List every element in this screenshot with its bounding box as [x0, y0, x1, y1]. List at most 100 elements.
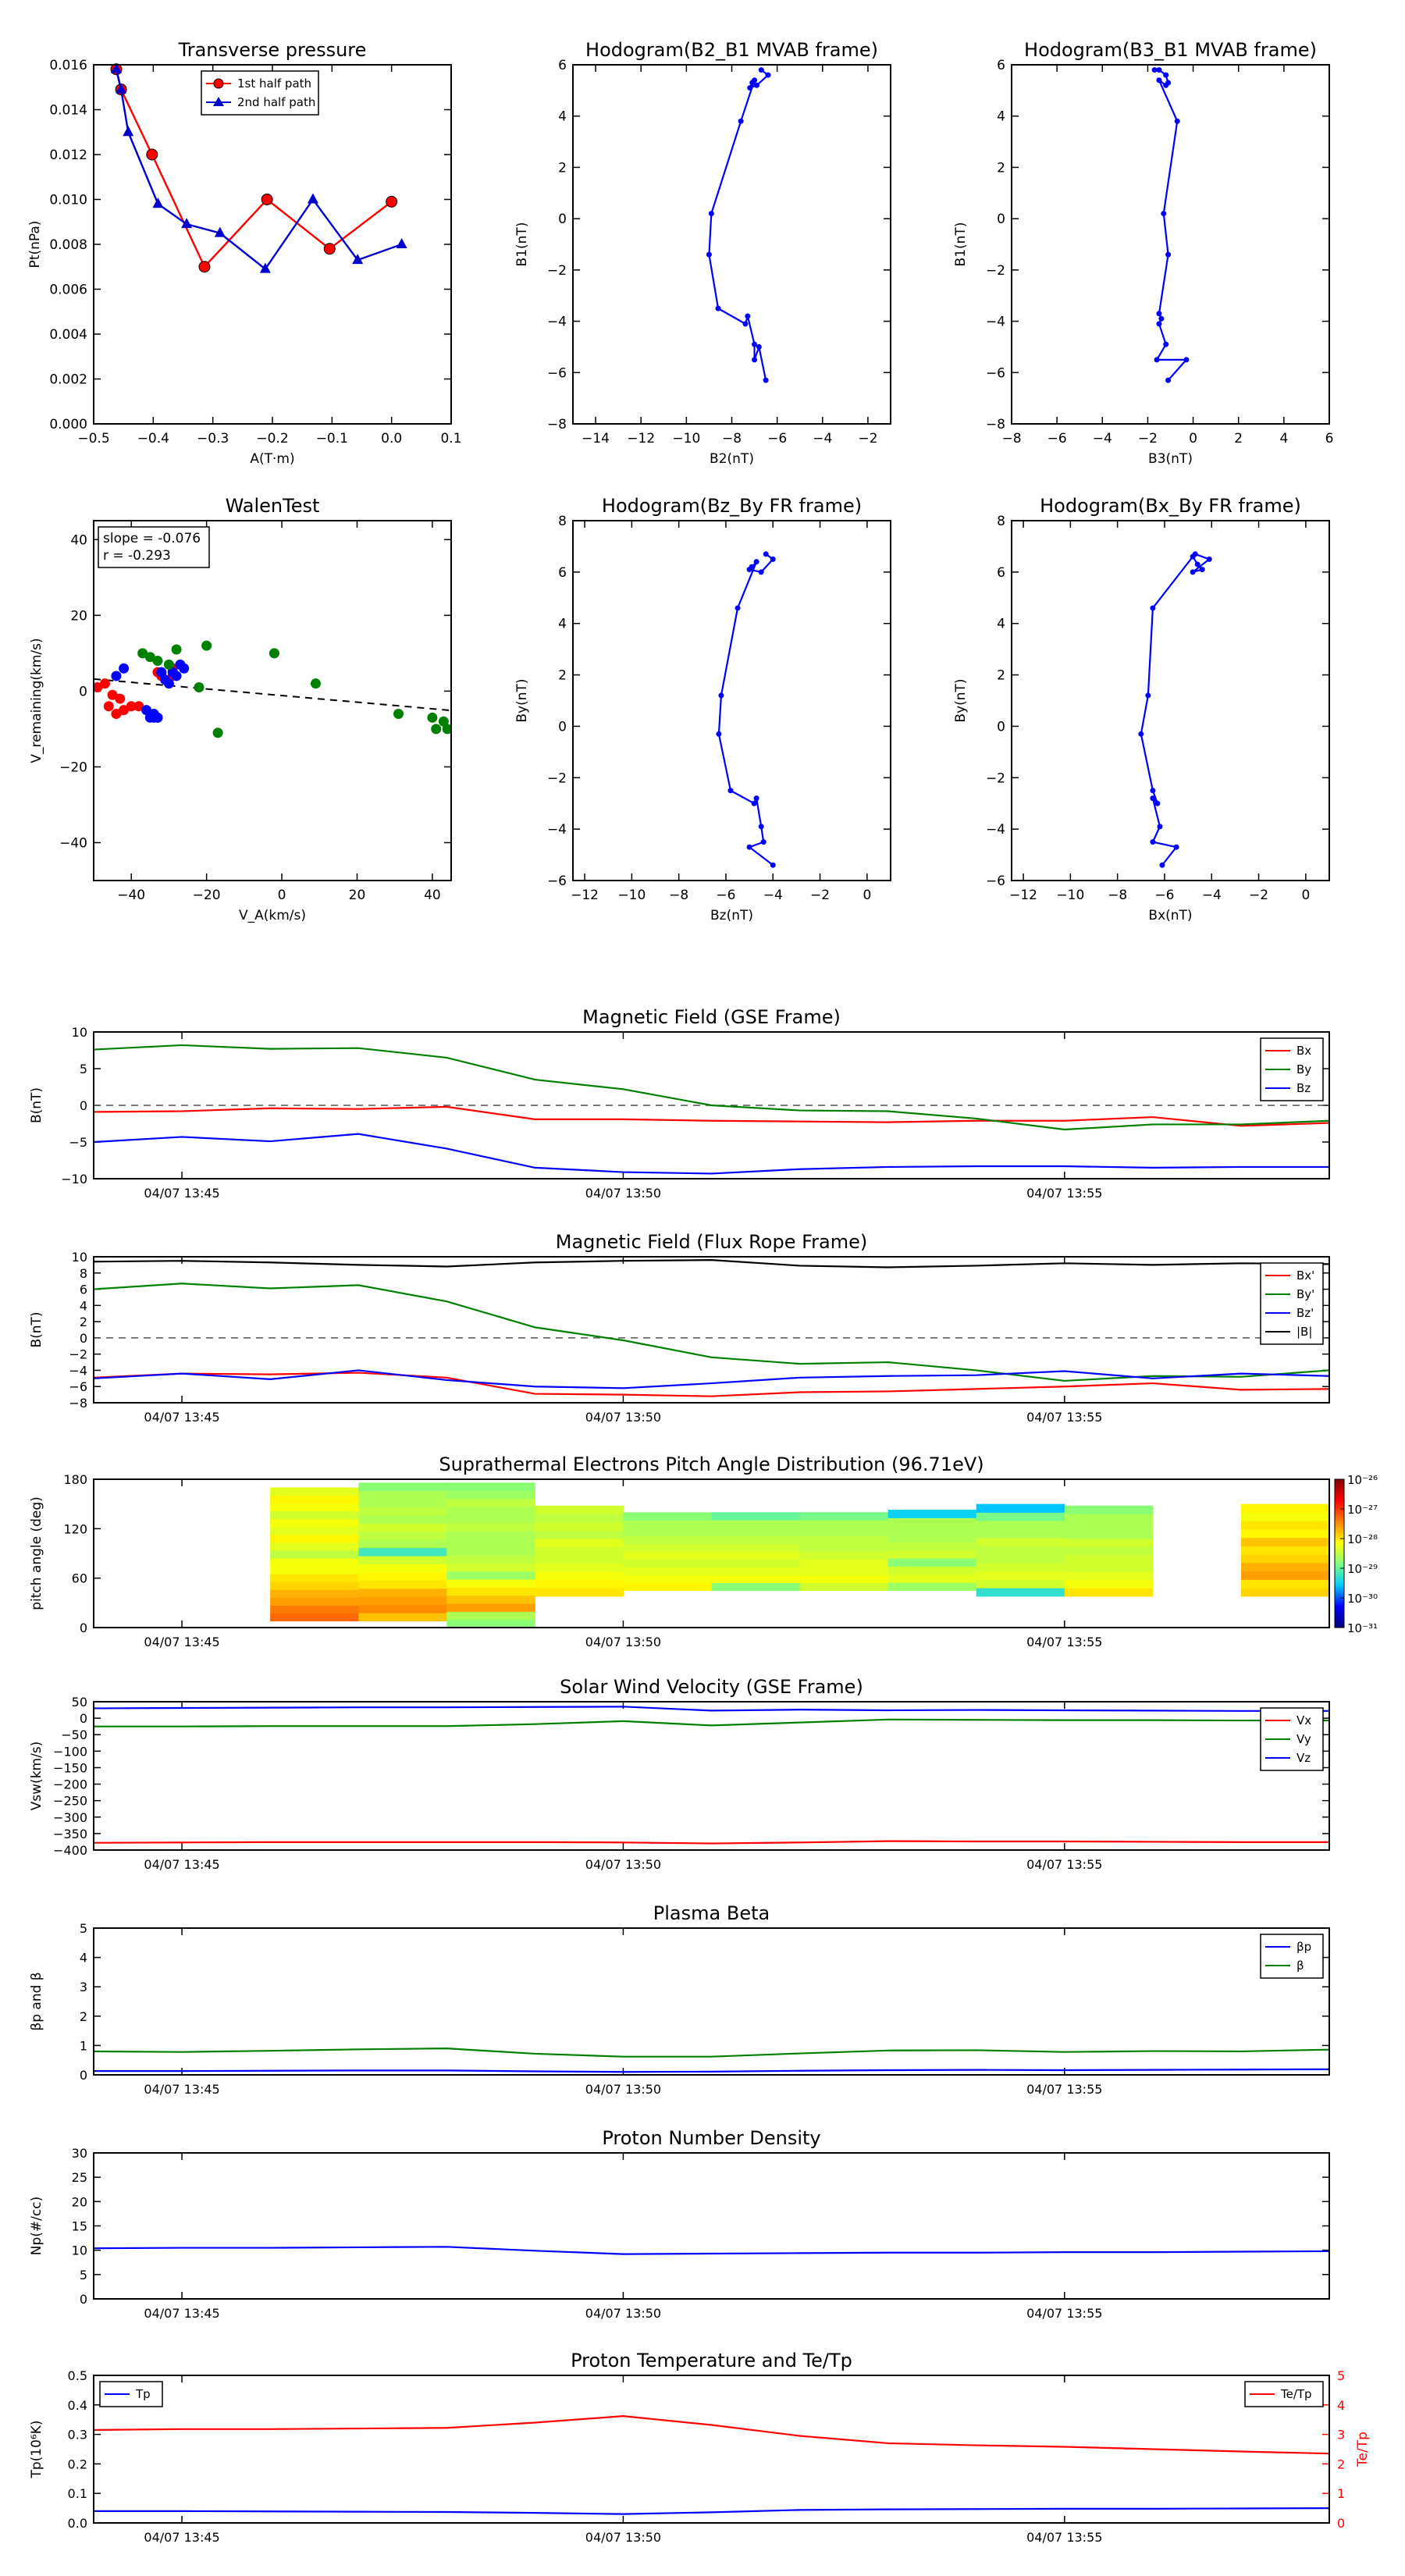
y-tick-label: 4: [558, 617, 567, 632]
heatmap-cell: [1240, 1546, 1330, 1555]
y-tick-label: 5: [80, 1921, 87, 1936]
data-point: [752, 77, 758, 84]
x-tick-label: −40: [117, 888, 145, 903]
x-tick-label: 04/07 13:55: [1026, 1410, 1102, 1425]
data-point: [115, 693, 126, 704]
x-tick-label: −6: [1048, 431, 1067, 447]
y-tick-label: 5: [80, 1062, 87, 1076]
heatmap-cell: [1240, 1521, 1330, 1530]
data-point: [431, 724, 442, 735]
heatmap-cell: [623, 1535, 712, 1544]
colorbar-label: 10⁻²⁶: [1347, 1473, 1378, 1487]
legend-label: βp: [1297, 1940, 1311, 1954]
heatmap-cell: [446, 1563, 535, 1572]
data-point: [99, 678, 110, 689]
y-tick-label: 180: [63, 1472, 87, 1487]
x-tick-label: −0.3: [197, 431, 229, 447]
data-point: [758, 569, 764, 575]
heatmap-cell: [1064, 1530, 1154, 1539]
data-point: [763, 551, 769, 557]
chart-title: Hodogram(Bz_By FR frame): [602, 495, 862, 517]
heatmap-cell: [799, 1512, 889, 1521]
y-tick-label: 0: [80, 1331, 87, 1346]
y-tick-label: −8: [547, 417, 567, 432]
heatmap-cell: [799, 1582, 889, 1591]
y-tick-label: 40: [70, 532, 87, 548]
chart-magnetic-field-gse: Magnetic Field (GSE Frame) 04/07 13:45 04/…: [29, 1006, 1330, 1201]
series-line: [94, 1840, 1329, 1845]
chart-title: Solar Wind Velocity (GSE Frame): [560, 1676, 863, 1698]
y-tick-label: −10: [61, 1172, 87, 1187]
plot-area: [94, 640, 451, 738]
plot-frame: [1011, 64, 1330, 425]
heatmap-cell: [1064, 1555, 1154, 1564]
data-point: [386, 195, 398, 208]
heatmap-cell: [270, 1613, 359, 1622]
x-tick-label: −2: [858, 431, 877, 447]
heatmap-cell: [976, 1588, 1065, 1597]
heatmap-cell: [446, 1587, 535, 1596]
legend-label: Vy: [1297, 1732, 1311, 1746]
x-tick-label: −4: [1093, 431, 1112, 447]
y-tick-label: −400: [53, 1843, 87, 1858]
heatmap-cell: [1064, 1563, 1154, 1572]
y-axis-label: B(nT): [29, 1311, 44, 1347]
series-line: [1140, 553, 1211, 866]
heatmap-cell: [976, 1579, 1065, 1589]
heatmap-cell: [446, 1555, 535, 1564]
heatmap-cell: [270, 1518, 359, 1528]
y-tick-label: −4: [547, 315, 567, 330]
x-tick-label: 04/07 13:55: [1026, 1857, 1102, 1872]
plot-area: [94, 2048, 1329, 2073]
data-point: [1157, 824, 1163, 830]
x-tick-label: −10: [617, 888, 646, 903]
series-line: [717, 553, 774, 866]
heatmap-cell: [358, 1514, 447, 1524]
x-tick-label: 04/07 13:55: [1026, 1635, 1102, 1649]
data-point: [716, 731, 722, 737]
legend-label: Bz: [1297, 1081, 1311, 1095]
heatmap-cell: [623, 1543, 712, 1552]
chart-hodogram: Hodogram(B2_B1 MVAB frame) −14 −12 −10 −8 −6 −…: [514, 39, 891, 467]
x-tick-label: 04/07 13:50: [585, 1857, 661, 1872]
data-point: [751, 800, 757, 806]
y-tick-label: 0: [558, 719, 567, 735]
y-tick-label: −5: [69, 1135, 87, 1150]
legend-frame: [1260, 1934, 1324, 1979]
heatmap-cell: [270, 1589, 359, 1598]
heatmap-cell: [976, 1512, 1065, 1521]
y-tick-label: 6: [558, 58, 567, 73]
heatmap-cell: [887, 1534, 977, 1542]
data-point: [1165, 377, 1172, 383]
heatmap-cell: [535, 1555, 624, 1564]
y-tick-label: −300: [53, 1810, 87, 1825]
heatmap-cell: [358, 1507, 447, 1516]
x-tick-label: 04/07 13:45: [144, 2082, 219, 2097]
heatmap-cell: [887, 1517, 977, 1527]
heatmap-cell: [358, 1571, 447, 1581]
heatmap-cell: [799, 1528, 889, 1536]
y-tick-label: −4: [986, 822, 1005, 838]
heatmap-cell: [358, 1539, 447, 1549]
data-point: [715, 305, 721, 311]
data-point: [1154, 357, 1160, 363]
y-tick-label: 0.3: [68, 2428, 87, 2443]
chart-pitch-angle-distribution: Suprathermal Electrons Pitch Angle Distr…: [29, 1453, 1378, 1649]
colorbar-label: 10⁻²⁹: [1347, 1562, 1378, 1576]
heatmap-cell: [446, 1579, 535, 1588]
y-axis-label: Np(#/cc): [29, 2197, 44, 2255]
x-tick-label: 04/07 13:55: [1026, 2530, 1102, 2545]
y-axis-label: pitch angle (deg): [29, 1496, 44, 1610]
data-point: [747, 85, 753, 91]
heatmap-cell: [976, 1554, 1065, 1564]
data-point: [1199, 567, 1205, 573]
data-point: [746, 844, 752, 850]
heatmap-cell: [446, 1595, 535, 1604]
x-tick-label: 04/07 13:45: [144, 1186, 219, 1201]
y-tick-label: 2: [80, 1315, 87, 1329]
data-point: [1158, 315, 1165, 322]
heatmap-cell: [976, 1503, 1065, 1513]
y-tick-label-right: 3: [1337, 2428, 1345, 2443]
legend-label: 2nd half path: [237, 95, 315, 109]
heatmap-cell: [976, 1562, 1065, 1572]
